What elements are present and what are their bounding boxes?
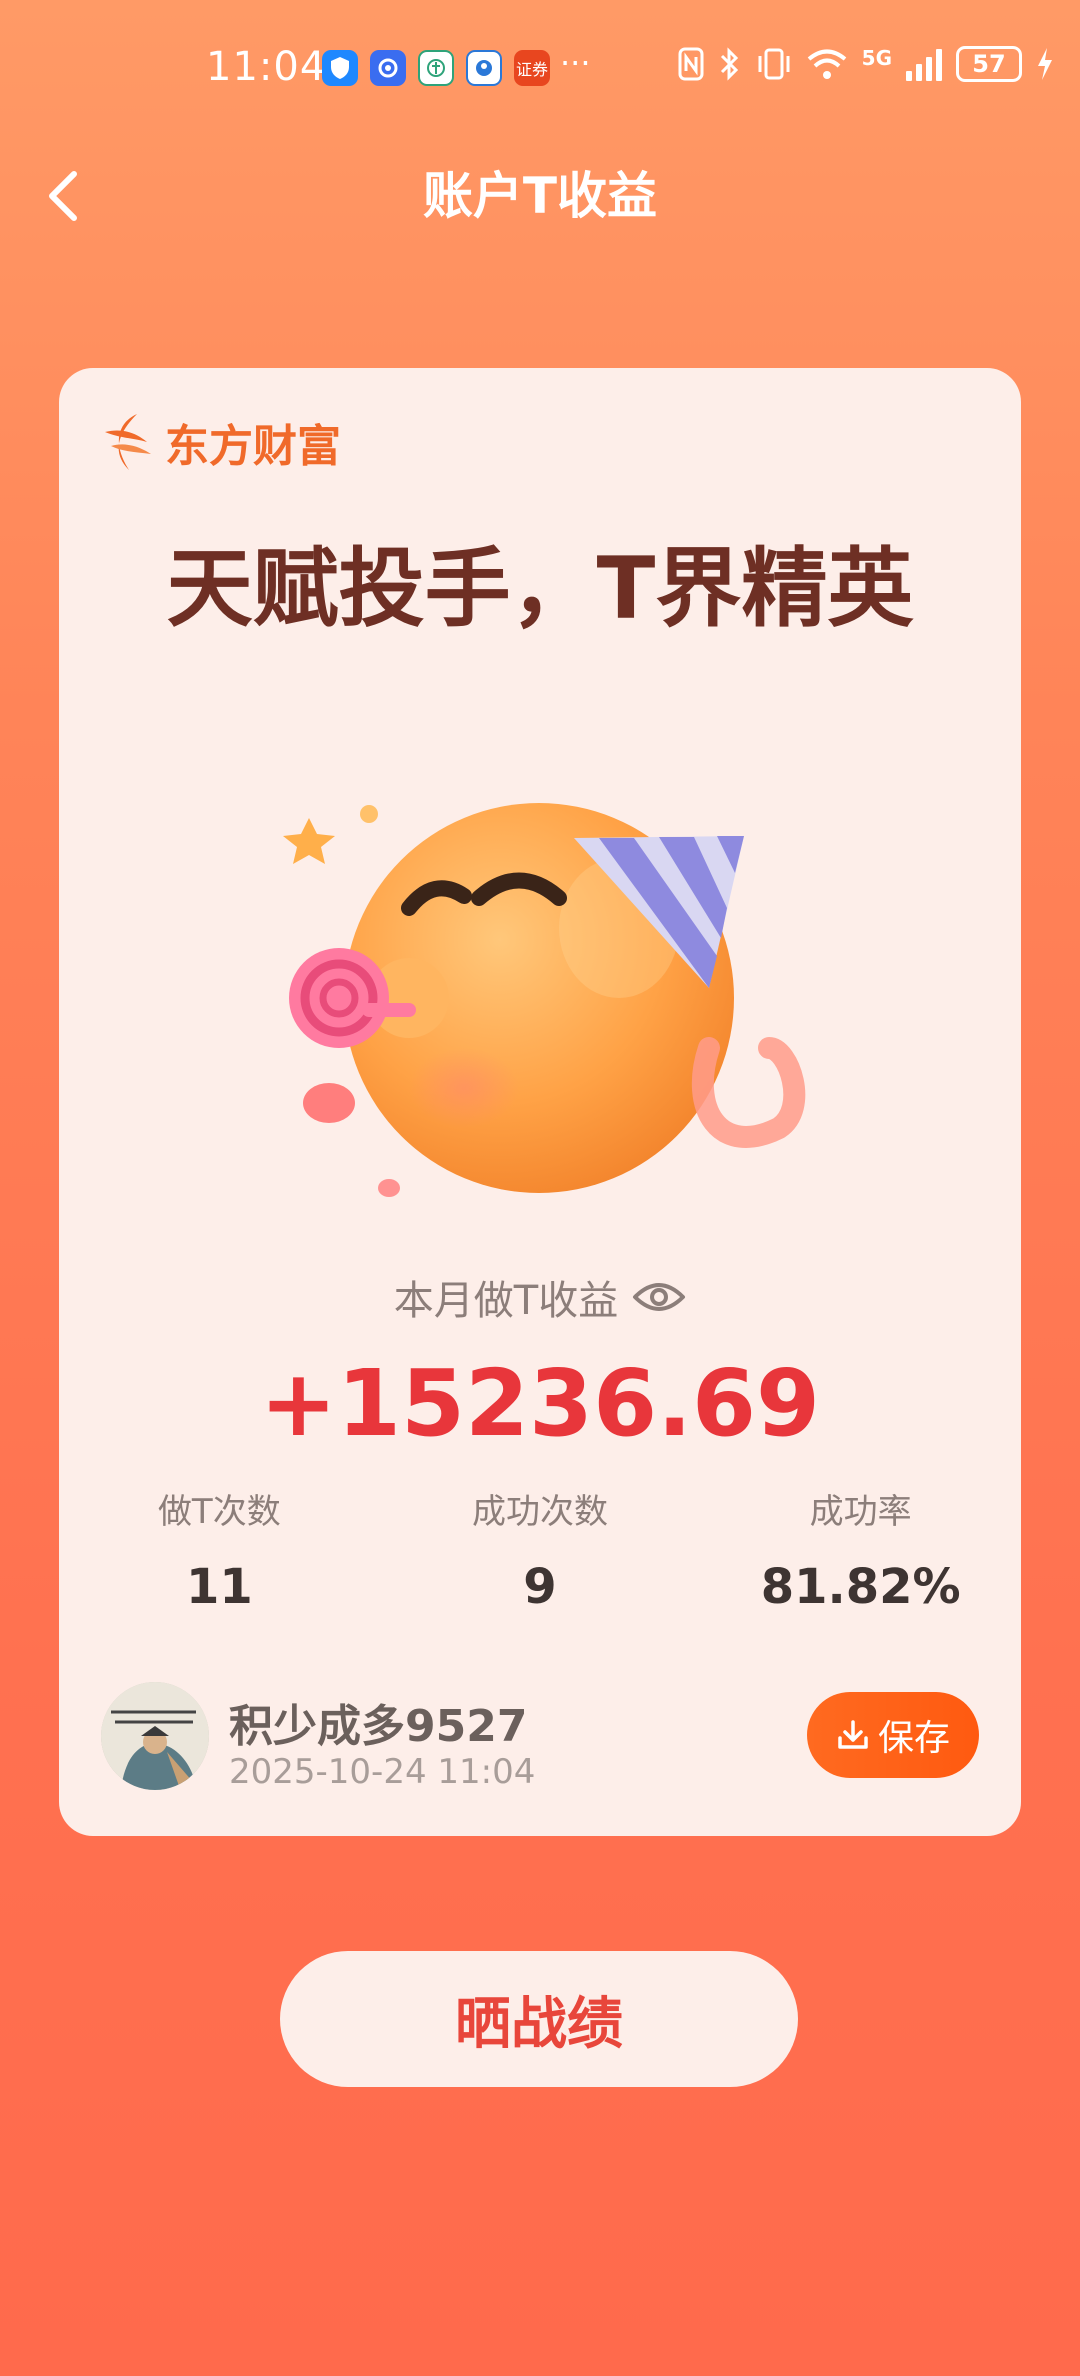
brand-name: 东方财富 [165,421,341,472]
more-notifications-icon: ··· [560,44,591,82]
slogan: 天赋投手，T界精英 [166,539,914,639]
stats-row: 做T次数 11 成功次数 9 成功率 81.82% [59,1484,1021,1615]
blue-app-icon [370,50,406,86]
vibrate-icon [758,48,790,80]
stat-value: 81.82% [760,1559,961,1615]
battery-level: 57 [972,50,1006,78]
charging-icon [1038,48,1052,80]
bluetooth-icon [720,47,738,81]
stat-value: 11 [185,1559,253,1615]
brand-logo: 东方财富 [101,410,341,474]
stat-label: 成功次数 [472,1492,608,1532]
download-icon [838,1720,868,1749]
metric-label-row: 本月做T收益 [59,1268,1021,1326]
status-app-icons: 证券 [322,50,550,86]
save-button-label: 保存 [877,1718,950,1759]
share-card: 东方财富 天赋投手，T界精英 本月做T收益 +15236.69 做T次数 11 … [59,368,1021,1836]
eye-icon[interactable] [632,1279,686,1315]
avatar [101,1682,209,1790]
flame-logo-icon [105,414,151,470]
securities-app-label: 证券 [515,60,548,79]
nfc-icon [678,47,704,81]
metric-label: 本月做T收益 [393,1278,619,1324]
monthly-t-profit-value: +15236.69 [259,1350,821,1457]
stat-label: 做T次数 [157,1492,281,1532]
stat-success-rate: 成功率 81.82% [700,1484,1021,1615]
save-button[interactable]: 保存 [807,1692,979,1778]
circle-app-icon [466,50,502,86]
stat-success-count: 成功次数 9 [380,1484,701,1615]
network-type: 5G [861,46,892,70]
securities-app-icon: 证券 [514,50,550,86]
stat-value: 9 [523,1559,557,1615]
username: 积少成多9527 [229,1701,528,1752]
status-bar: 11:04 证券 ··· 5G 57 [0,0,1080,135]
shield-app-icon [322,50,358,86]
status-indicators: 5G 57 [678,46,1054,82]
stat-t-count: 做T次数 11 [59,1484,380,1615]
wifi-icon [807,49,846,79]
user-row: 积少成多9527 2025-10-24 11:04 保存 [101,1682,979,1792]
stat-label: 成功率 [809,1492,912,1532]
status-time: 11:04 [206,44,327,90]
page-title: 账户T收益 [422,167,658,225]
timestamp: 2025-10-24 11:04 [229,1752,536,1792]
share-results-label: 晒战绩 [455,1991,623,2057]
share-results-button[interactable]: 晒战绩 [280,1951,798,2087]
battery-icon: 57 [956,46,1022,82]
party-mascot-illustration [283,803,806,1197]
signal-icon [906,47,942,81]
green-app-icon [418,50,454,86]
